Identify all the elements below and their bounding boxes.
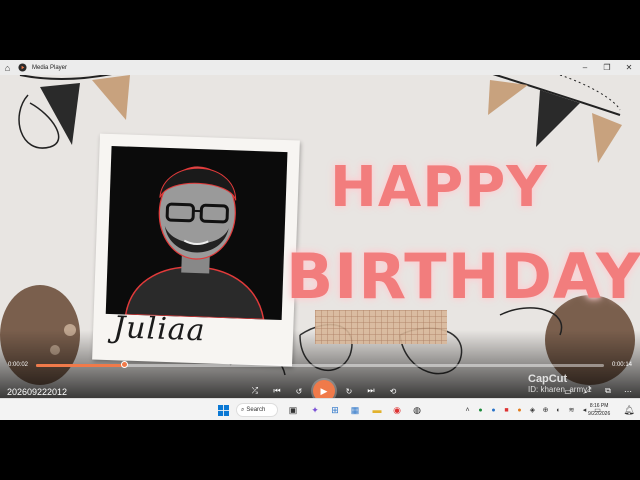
media-player-window: ⌂ Media Player – ❐ ✕ Juliaa HAPPY BIRTHD… xyxy=(0,60,640,398)
captions-icon[interactable]: ▭ xyxy=(560,383,576,398)
microphone-icon[interactable]: ◐ xyxy=(553,403,564,417)
miniplayer-icon[interactable]: ⧉ xyxy=(600,383,616,398)
view-controls: ▭ ⤢ ⧉ ⋯ xyxy=(560,383,636,398)
home-icon[interactable]: ⌂ xyxy=(0,60,15,75)
playback-controls: ⤮ ⏮ ↺ ▶ ↻ ⏭ ⟲ xyxy=(247,380,401,398)
search-label: Search xyxy=(246,407,266,413)
seek-thumb[interactable] xyxy=(121,361,129,368)
plaid-tape-decoration xyxy=(315,310,447,344)
language-tray-icon[interactable]: ⊕ xyxy=(540,403,551,417)
system-tray: ˄ ● ● ■ ● ◈ ⊕ ◐ ≋ ◂ ▭ xyxy=(462,403,603,417)
app-logo-icon xyxy=(15,60,30,75)
task-view-icon[interactable]: ▣ xyxy=(286,403,300,417)
wifi-icon[interactable]: ≋ xyxy=(566,403,577,417)
file-explorer-icon[interactable]: ▬ xyxy=(370,403,384,417)
fullscreen-icon[interactable]: ⤢ xyxy=(580,383,596,398)
shuffle-icon[interactable]: ⤮ xyxy=(247,383,263,398)
seek-progress xyxy=(36,364,125,367)
restore-button[interactable]: ❐ xyxy=(596,60,618,75)
media-player-taskbar-icon[interactable]: ◍ xyxy=(410,403,424,417)
skip-forward-icon[interactable]: ↻ xyxy=(341,383,357,398)
desktop: ⌂ Media Player – ❐ ✕ Juliaa HAPPY BIRTHD… xyxy=(0,0,640,480)
greeting-happy: HAPPY xyxy=(330,155,548,220)
close-button[interactable]: ✕ xyxy=(618,60,640,75)
taskbar-search[interactable]: ⌕ Search xyxy=(236,403,278,417)
portrait-photo xyxy=(105,145,288,321)
media-title: 202609222012 xyxy=(7,387,68,397)
next-icon[interactable]: ⏭ xyxy=(363,383,379,398)
edge-tray-icon[interactable]: ● xyxy=(488,403,499,417)
widgets-icon[interactable]: ⊞ xyxy=(328,403,342,417)
copilot-icon[interactable]: ✦ xyxy=(308,403,322,417)
window-controls: – ❐ ✕ xyxy=(574,60,640,75)
search-icon: ⌕ xyxy=(241,406,245,413)
seek-bar[interactable] xyxy=(36,361,604,368)
windows-start-icon[interactable] xyxy=(216,403,230,417)
greeting-birthday: BIRTHDAY xyxy=(286,240,640,313)
taskbar: ⌕ Search ▣ ✦ ⊞ ▦ ▬ ◉ ◍ ˄ ● ● ■ ● ◈ ⊕ ◐ ≋… xyxy=(0,398,640,420)
chrome-icon[interactable]: ◉ xyxy=(390,403,404,417)
repeat-off-icon[interactable]: ⟲ xyxy=(385,383,401,398)
app-tray-icon[interactable]: ■ xyxy=(501,403,512,417)
clock-time: 8:16 PM xyxy=(589,403,609,409)
current-time: 0:00:02 xyxy=(8,362,29,368)
video-canvas[interactable]: Juliaa HAPPY BIRTHDAY CapCut ID: kharen_… xyxy=(0,75,640,398)
previous-icon[interactable]: ⏮ xyxy=(269,383,285,398)
polaroid-photo-frame: Juliaa xyxy=(92,133,300,367)
calculator-icon[interactable]: ▦ xyxy=(348,403,362,417)
chrome-tray-icon[interactable]: ● xyxy=(475,403,486,417)
notifications-icon[interactable]: 🔔︎ xyxy=(622,403,636,417)
more-options-icon[interactable]: ⋯ xyxy=(620,383,636,398)
taskbar-clock[interactable]: 8:16 PM 9/22/2026 xyxy=(588,402,610,418)
total-time: 0:00:14 xyxy=(611,362,632,368)
show-hidden-icons-icon[interactable]: ˄ xyxy=(462,403,473,417)
title-bar[interactable]: ⌂ Media Player – ❐ ✕ xyxy=(0,60,640,75)
minimize-button[interactable]: – xyxy=(574,60,596,75)
window-title: Media Player xyxy=(32,64,68,71)
clock-date: 9/22/2026 xyxy=(588,411,611,417)
signature-text: Juliaa xyxy=(112,310,207,349)
skip-back-icon[interactable]: ↺ xyxy=(291,383,307,398)
play-button[interactable]: ▶ xyxy=(313,380,335,398)
google-tray-icon[interactable]: ● xyxy=(514,403,525,417)
security-tray-icon[interactable]: ◈ xyxy=(527,403,538,417)
